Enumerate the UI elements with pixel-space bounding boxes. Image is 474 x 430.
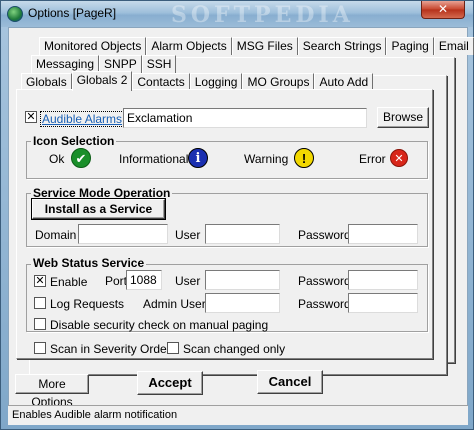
- warning-icon[interactable]: !: [294, 148, 314, 168]
- tab-row-1: Monitored Objects Alarm Objects MSG File…: [39, 37, 474, 55]
- admin-password-label: Password: [298, 297, 351, 311]
- app-globe-icon: [7, 6, 23, 22]
- scan-changed-label: Scan changed only: [183, 342, 286, 356]
- icon-selection-title: Icon Selection: [31, 134, 117, 148]
- status-text: Enables Audible alarm notification: [12, 409, 178, 421]
- admin-user-label: Admin User: [143, 297, 206, 311]
- scan-changed-checkbox[interactable]: [167, 342, 179, 354]
- service-password-label: Password: [298, 228, 351, 242]
- options-window: Options [PageR] SOFTPEDIA ✕ Monitored Ob…: [0, 0, 474, 430]
- disable-security-checkbox[interactable]: [34, 318, 46, 330]
- tab-email[interactable]: Email: [433, 37, 474, 55]
- admin-user-field[interactable]: [205, 293, 280, 313]
- audible-alarms-label[interactable]: Audible Alarms: [40, 111, 125, 127]
- info-icon[interactable]: i: [188, 148, 208, 168]
- error-icon[interactable]: ✕: [390, 149, 408, 167]
- warning-label: Warning: [244, 152, 289, 166]
- port-label: Port: [105, 274, 128, 288]
- log-requests-label: Log Requests: [50, 297, 125, 311]
- cancel-button[interactable]: Cancel: [257, 370, 323, 394]
- tab-paging[interactable]: Paging: [386, 37, 434, 55]
- browse-button[interactable]: Browse: [377, 107, 429, 128]
- service-user-label: User: [175, 228, 201, 242]
- web-status-title: Web Status Service: [31, 256, 147, 270]
- enable-label: Enable: [50, 275, 88, 289]
- service-mode-title: Service Mode Operation: [31, 186, 173, 200]
- enable-checkbox[interactable]: ✕: [34, 275, 46, 287]
- install-service-button[interactable]: Install as a Service: [31, 198, 166, 220]
- tab-msg-files[interactable]: MSG Files: [231, 37, 298, 55]
- more-options-button[interactable]: More Options: [15, 374, 89, 409]
- audible-alarms-checkbox[interactable]: ✕: [25, 111, 37, 123]
- admin-password-field[interactable]: [348, 293, 418, 313]
- service-password-field[interactable]: [348, 224, 418, 244]
- watermark-logo: SOFTPEDIA: [171, 2, 354, 28]
- log-requests-checkbox[interactable]: [34, 297, 46, 309]
- domain-label: Domain: [35, 228, 77, 242]
- scan-severity-label: Scan in Severity Order: [50, 342, 171, 356]
- service-user-field[interactable]: [205, 224, 280, 244]
- tab-page-globals-2: ✕ Audible Alarms Exclamation Browse Icon…: [16, 89, 433, 359]
- web-password-field[interactable]: [348, 270, 418, 290]
- domain-field[interactable]: [78, 224, 168, 244]
- tab-ssh[interactable]: SSH: [141, 55, 177, 73]
- web-password-label: Password: [298, 274, 351, 288]
- accept-button[interactable]: Accept: [137, 371, 203, 395]
- window-title: Options [PageR]: [28, 6, 117, 20]
- informational-label: Informational: [119, 152, 189, 166]
- close-button[interactable]: ✕: [421, 1, 465, 19]
- port-field[interactable]: 1088: [126, 270, 162, 290]
- tab-alarm-objects[interactable]: Alarm Objects: [146, 37, 232, 55]
- web-user-field[interactable]: [205, 270, 280, 290]
- error-label: Error: [359, 152, 386, 166]
- tab-search-strings[interactable]: Search Strings: [297, 37, 387, 55]
- disable-security-label: Disable security check on manual paging: [50, 318, 269, 332]
- tab-globals-2[interactable]: Globals 2: [71, 71, 133, 91]
- web-user-label: User: [175, 274, 201, 288]
- tab-monitored-objects[interactable]: Monitored Objects: [39, 37, 147, 55]
- scan-severity-checkbox[interactable]: [34, 342, 46, 354]
- audible-sound-field[interactable]: Exclamation: [123, 108, 367, 128]
- title-bar[interactable]: Options [PageR] SOFTPEDIA ✕: [1, 1, 473, 28]
- check-icon[interactable]: ✔: [71, 148, 91, 168]
- ok-label: Ok: [49, 152, 65, 166]
- status-bar: Enables Audible alarm notification: [8, 405, 468, 425]
